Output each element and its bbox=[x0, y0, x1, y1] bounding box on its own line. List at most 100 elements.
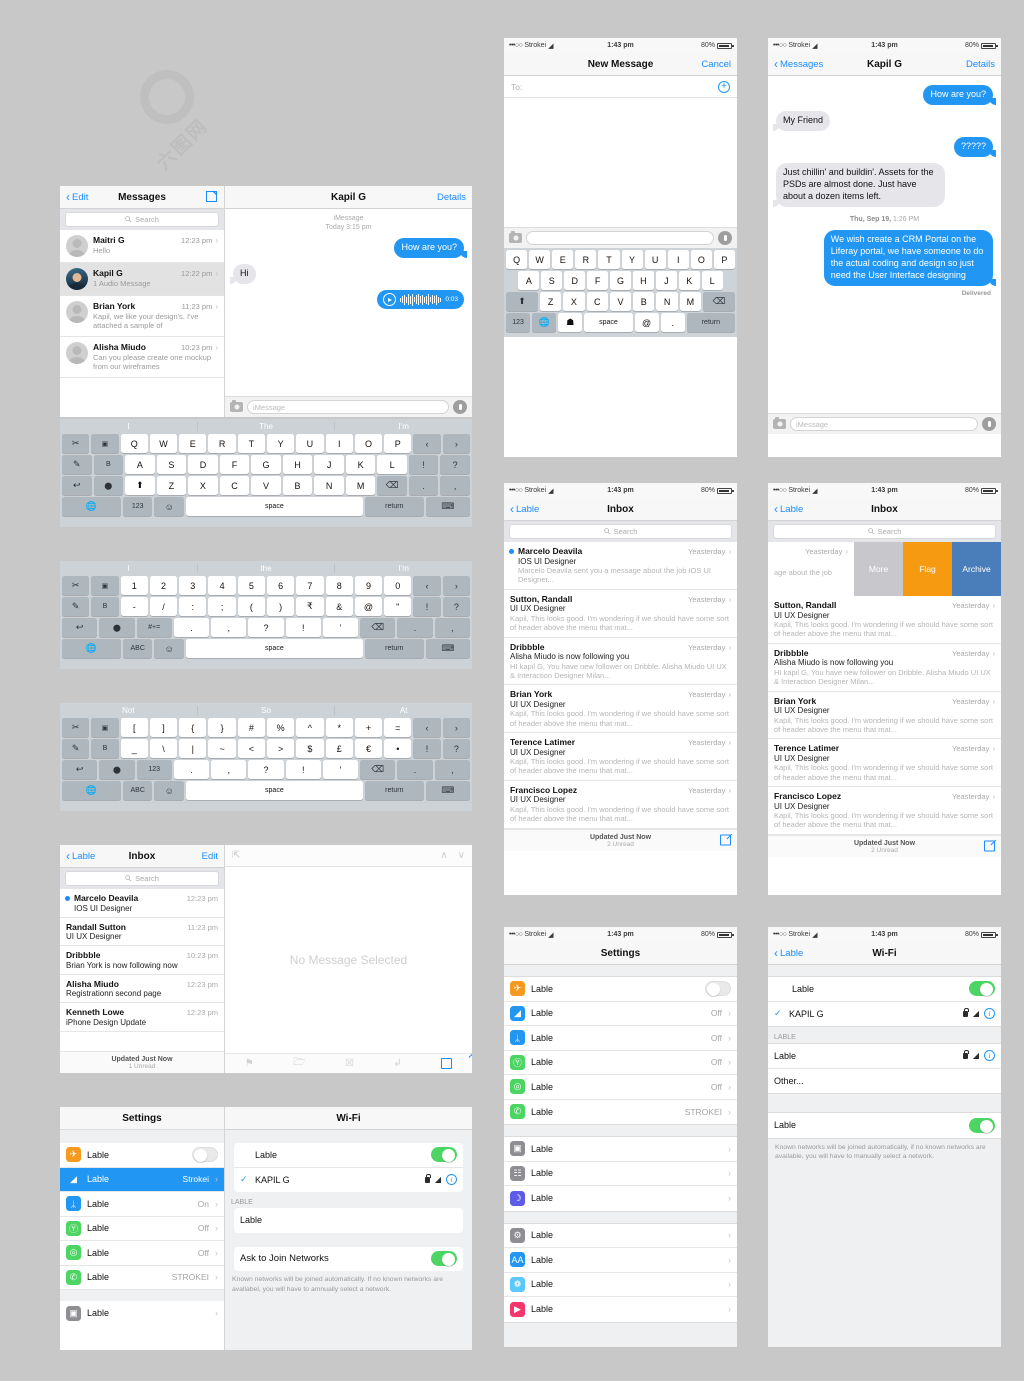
key-next[interactable]: › bbox=[442, 434, 470, 453]
list-item[interactable]: Marcelo Deavila 12:23 pm IOS UI Designer bbox=[60, 889, 224, 918]
kbd-tool-2[interactable]: ↩ bbox=[62, 760, 98, 779]
toggle-switch[interactable] bbox=[192, 1147, 218, 1163]
key-F[interactable]: F bbox=[219, 455, 250, 474]
compose-icon[interactable] bbox=[720, 834, 731, 846]
kbd-tool-1[interactable]: ✎ bbox=[62, 739, 90, 758]
kbd-tool2-0[interactable]: ▣ bbox=[91, 576, 119, 595]
kbd-tool2-1[interactable]: B bbox=[91, 739, 119, 758]
key-4[interactable]: 4 bbox=[208, 576, 236, 595]
prediction-word[interactable]: I bbox=[60, 422, 197, 431]
key-![interactable]: ! bbox=[285, 618, 321, 637]
list-item[interactable]: Alisha Miudo 10:23 pm › Can you please c… bbox=[60, 337, 224, 378]
key-₹[interactable]: ₹ bbox=[296, 597, 324, 616]
key-E[interactable]: E bbox=[552, 250, 574, 269]
wifi-toggle[interactable] bbox=[431, 1147, 457, 1163]
key-J[interactable]: J bbox=[314, 455, 344, 474]
mail-search-input[interactable]: Search bbox=[65, 871, 219, 886]
key-+[interactable]: + bbox=[354, 718, 383, 737]
key-3[interactable]: 3 bbox=[179, 576, 207, 595]
list-item[interactable]: Terence Latimer Yeasterday › UI UX Desig… bbox=[768, 739, 1001, 787]
key-?[interactable]: ? bbox=[248, 618, 284, 637]
key-Y[interactable]: Y bbox=[267, 434, 295, 453]
key-L[interactable]: L bbox=[377, 455, 407, 474]
key-:[interactable]: : bbox=[179, 597, 207, 616]
key->[interactable]: > bbox=[267, 739, 295, 758]
key-*[interactable]: * bbox=[325, 718, 353, 737]
key-&[interactable]: & bbox=[325, 597, 353, 616]
key-123[interactable]: 123 bbox=[122, 497, 153, 516]
folder-icon[interactable]: 🗁 bbox=[293, 1055, 305, 1072]
list-item[interactable]: Kapil G 12:22 pm › 1 Audio Message bbox=[60, 263, 224, 296]
key-space[interactable]: space bbox=[185, 497, 363, 516]
key-/[interactable]: / bbox=[149, 597, 178, 616]
key-#+=[interactable]: #+= bbox=[136, 618, 172, 637]
settings-row[interactable]: ☷ Lable › bbox=[504, 1162, 737, 1186]
key-[[interactable]: [ bbox=[120, 718, 148, 737]
key-⌫[interactable]: ⌫ bbox=[360, 760, 396, 779]
key-next[interactable]: › bbox=[442, 576, 470, 595]
key-E[interactable]: E bbox=[179, 434, 207, 453]
settings-row[interactable]: ◢ Lable Off › bbox=[504, 1002, 737, 1026]
imessage-input[interactable] bbox=[526, 231, 714, 245]
key-Q[interactable]: Q bbox=[120, 434, 148, 453]
key-N[interactable]: N bbox=[314, 476, 344, 495]
key-K[interactable]: K bbox=[345, 455, 376, 474]
list-item[interactable]: Randall Sutton 11:23 pm UI UX Designer bbox=[60, 918, 224, 946]
kbd-tool-0[interactable]: ✂ bbox=[62, 576, 90, 595]
key-L[interactable]: L bbox=[701, 271, 723, 290]
wifi-toggle-row[interactable]: Lable bbox=[768, 977, 1001, 1002]
key-X[interactable]: X bbox=[188, 476, 218, 495]
key-I[interactable]: I bbox=[325, 434, 353, 453]
key-|[interactable]: | bbox=[179, 739, 207, 758]
add-contact-icon[interactable]: + bbox=[718, 80, 730, 93]
connected-network-row[interactable]: ✓ KAPIL G ◢ i bbox=[234, 1168, 463, 1193]
key-2[interactable]: 2 bbox=[149, 576, 178, 595]
settings-row[interactable]: Ⓨ Lable Off › bbox=[504, 1051, 737, 1075]
settings-row[interactable]: ▣ Lable › bbox=[504, 1137, 737, 1162]
kbd-tool2-1[interactable]: B bbox=[93, 455, 124, 474]
list-item[interactable]: Dribbble Yeasterday › Alisha Miudo is no… bbox=[504, 638, 737, 686]
settings-row[interactable]: ◎ Lable Off › bbox=[60, 1241, 224, 1266]
key-[interactable]: " bbox=[384, 597, 412, 616]
swipe-flag-button[interactable]: Flag bbox=[903, 542, 952, 596]
details-button[interactable]: Details bbox=[966, 59, 995, 70]
wifi-toggle-row[interactable]: Lable bbox=[234, 1143, 463, 1168]
ask-to-join-row[interactable]: Ask to Join Networks bbox=[234, 1247, 463, 1272]
key-O[interactable]: O bbox=[690, 250, 712, 269]
inbox-back-button[interactable]: ‹ Lable bbox=[774, 503, 803, 515]
key-@[interactable]: @ bbox=[354, 597, 383, 616]
key-W[interactable]: W bbox=[149, 434, 178, 453]
key-P[interactable]: P bbox=[713, 250, 735, 269]
key-N[interactable]: N bbox=[656, 292, 678, 311]
key-D[interactable]: D bbox=[564, 271, 586, 290]
settings-row[interactable]: Ⓨ Lable Off › bbox=[60, 1217, 224, 1241]
key-,[interactable]: , bbox=[211, 760, 247, 779]
key-question[interactable]: ? bbox=[442, 597, 470, 616]
key-O[interactable]: O bbox=[354, 434, 383, 453]
list-item[interactable]: Brian York 11:23 pm › Kapil, we like you… bbox=[60, 296, 224, 337]
key-U[interactable]: U bbox=[644, 250, 666, 269]
key-exclaim[interactable]: ! bbox=[413, 739, 441, 758]
kbd-tool2-0[interactable]: ▣ bbox=[91, 434, 119, 453]
key-’[interactable]: ’ bbox=[322, 760, 359, 779]
wifi-back-button[interactable]: ‹ Lable bbox=[774, 947, 803, 959]
key-~[interactable]: ~ bbox=[208, 739, 236, 758]
key-comma[interactable]: , bbox=[434, 760, 470, 779]
prediction-word[interactable]: I bbox=[60, 564, 197, 573]
list-item[interactable]: Dribbble 10:23 pm Brian York is now foll… bbox=[60, 946, 224, 975]
globe-icon[interactable]: 🌐 bbox=[62, 639, 121, 658]
expand-icon[interactable]: ⇱ bbox=[232, 850, 240, 861]
swipe-archive-button[interactable]: Archive bbox=[952, 542, 1001, 596]
key-W[interactable]: W bbox=[529, 250, 551, 269]
key-period[interactable]: . bbox=[660, 313, 685, 332]
settings-row[interactable]: ✈ Lable bbox=[504, 977, 737, 1002]
key-⌫[interactable]: ⌫ bbox=[360, 618, 396, 637]
compose-icon[interactable] bbox=[206, 190, 218, 205]
list-item[interactable]: Francisco Lopez Yeasterday › UI UX Desig… bbox=[504, 781, 737, 829]
list-item[interactable]: Sutton, Randall Yeasterday › UI UX Desig… bbox=[768, 596, 1001, 644]
list-item[interactable]: Maitri G 12:23 pm › Hello bbox=[60, 230, 224, 263]
list-item[interactable]: Sutton, Randall Yeasterday › UI UX Desig… bbox=[504, 590, 737, 638]
key-D[interactable]: D bbox=[188, 455, 218, 474]
key-F[interactable]: F bbox=[587, 271, 609, 290]
key-£[interactable]: £ bbox=[325, 739, 353, 758]
